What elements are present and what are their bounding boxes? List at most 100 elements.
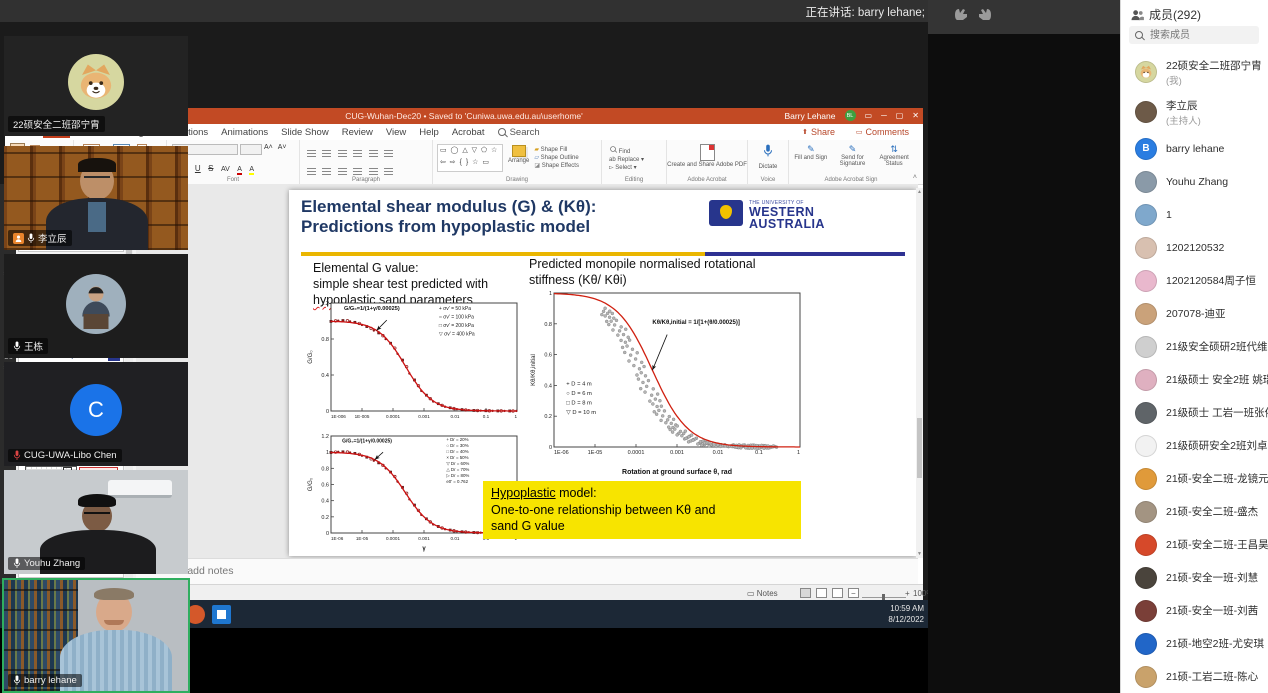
video-tile-libo-chen[interactable]: C CUG-UWA-Libo Chen bbox=[4, 362, 188, 466]
share-button[interactable]: ⬆ Share bbox=[802, 126, 835, 138]
member-row[interactable]: 21硕-地空2班-尤安琪 bbox=[1121, 627, 1268, 660]
font-size-select[interactable] bbox=[240, 144, 262, 155]
align-left-button[interactable] bbox=[307, 167, 316, 175]
member-avatar bbox=[1135, 171, 1157, 193]
minimize-icon[interactable]: ─ bbox=[881, 111, 887, 120]
member-row[interactable]: 李立辰(主持人) bbox=[1121, 92, 1268, 132]
grow-font-button[interactable]: A˄ bbox=[264, 144, 273, 155]
scrollbar-thumb[interactable] bbox=[917, 418, 922, 478]
tab-review[interactable]: Review bbox=[342, 127, 373, 138]
tab-slide-show[interactable]: Slide Show bbox=[281, 127, 329, 138]
member-row[interactable]: 21级硕研安全2班刘卓 bbox=[1121, 429, 1268, 462]
member-row[interactable]: 22硕安全二班邵宁胄(我) bbox=[1121, 52, 1268, 92]
tab-help[interactable]: Help bbox=[419, 127, 439, 138]
scroll-down-icon[interactable]: ▼ bbox=[917, 551, 922, 557]
member-row[interactable]: 207078-迪亚 bbox=[1121, 297, 1268, 330]
reading-view-icon[interactable] bbox=[832, 588, 843, 598]
align-center-button[interactable] bbox=[322, 167, 331, 175]
member-row[interactable]: 21硕-安全一班-刘茜 bbox=[1121, 594, 1268, 627]
replace-button[interactable]: ab Replace ▾ bbox=[609, 156, 666, 164]
comments-button[interactable]: ▭ Comments bbox=[856, 126, 909, 138]
zoom-slider[interactable] bbox=[862, 597, 906, 598]
agreement-status-button[interactable]: ⇅ Agreement Status bbox=[875, 144, 913, 176]
participant-name-label: Youhu Zhang bbox=[8, 557, 85, 570]
member-row[interactable]: 21级硕士 工岩一班张依杰 bbox=[1121, 396, 1268, 429]
tab-acrobat[interactable]: Acrobat bbox=[452, 127, 485, 138]
select-button[interactable]: ▻ Select ▾ bbox=[609, 164, 666, 172]
member-row[interactable]: Bbarry lehane bbox=[1121, 132, 1268, 165]
indent-increase-button[interactable] bbox=[353, 149, 362, 157]
numbering-button[interactable] bbox=[322, 149, 331, 157]
close-icon[interactable]: ✕ bbox=[912, 111, 919, 120]
zoom-out-button[interactable]: − bbox=[851, 589, 856, 598]
slide-canvas[interactable]: Elemental shear modulus (G) & (Kθ): Pred… bbox=[289, 190, 916, 556]
notes-toggle-button[interactable]: ▭ Notes bbox=[747, 589, 778, 598]
member-row[interactable]: Youhu Zhang bbox=[1121, 165, 1268, 198]
ribbon-search[interactable]: Search bbox=[498, 127, 540, 138]
send-for-signature-button[interactable]: ✎ Send for Signature bbox=[833, 144, 873, 176]
member-row[interactable]: 21级安全硕研2班代维 bbox=[1121, 330, 1268, 363]
smartart-convert-button[interactable] bbox=[384, 167, 393, 175]
member-row[interactable]: 21级硕士 安全2班 姚瑞 bbox=[1121, 363, 1268, 396]
underline-button[interactable]: U bbox=[195, 164, 201, 173]
shape-outline-button[interactable]: ▱ Shape Outline bbox=[534, 154, 579, 162]
arrange-button[interactable]: Arrange bbox=[508, 144, 529, 176]
shape-fill-button[interactable]: ▰ Shape Fill bbox=[534, 146, 579, 154]
restore-icon[interactable]: ▢ bbox=[896, 111, 904, 120]
member-row[interactable]: 21硕-安全二班-王昌昊 bbox=[1121, 528, 1268, 561]
indent-decrease-button[interactable] bbox=[338, 149, 347, 157]
strikethrough-button[interactable]: S bbox=[208, 164, 213, 173]
align-right-button[interactable] bbox=[338, 167, 347, 175]
video-tile-youhu-zhang[interactable]: Youhu Zhang bbox=[4, 470, 188, 574]
member-name: 21硕-安全二班-王昌昊 bbox=[1166, 537, 1268, 552]
justify-button[interactable] bbox=[353, 167, 362, 175]
taskbar-clock[interactable]: 10:59 AM 8/12/2022 bbox=[888, 603, 924, 625]
video-tile-li-lichen[interactable]: 李立辰 bbox=[4, 146, 188, 250]
ribbon-collapse-icon[interactable]: ˄ bbox=[913, 174, 917, 181]
member-row[interactable]: 1202120584周子恒 bbox=[1121, 264, 1268, 297]
dictate-button[interactable]: Dictate bbox=[748, 142, 788, 176]
member-search-box[interactable] bbox=[1129, 26, 1259, 44]
raise-hand-icon[interactable] bbox=[952, 6, 970, 22]
columns-button[interactable] bbox=[369, 167, 378, 175]
member-row[interactable]: 21硕-安全一班-刘慧 bbox=[1121, 561, 1268, 594]
notes-pane[interactable]: Click to add notes bbox=[136, 558, 918, 585]
member-row[interactable]: 21硕-工岩二班-陈心 bbox=[1121, 660, 1268, 693]
normal-view-icon[interactable] bbox=[800, 588, 811, 598]
member-avatar bbox=[1135, 336, 1157, 358]
find-button[interactable]: Find bbox=[609, 145, 666, 156]
line-spacing-button[interactable] bbox=[369, 149, 378, 157]
member-search-input[interactable] bbox=[1148, 29, 1252, 42]
slide-scrollbar[interactable]: ▲ ▼ bbox=[916, 188, 923, 558]
svg-text:○ Dr = 30%: ○ Dr = 30% bbox=[446, 443, 468, 448]
member-row[interactable]: 1202120532 bbox=[1121, 231, 1268, 264]
highlight-color-button[interactable]: A bbox=[249, 166, 254, 175]
tab-animations[interactable]: Animations bbox=[221, 127, 268, 138]
tab-view[interactable]: View bbox=[386, 127, 406, 138]
letter-avatar: C bbox=[70, 384, 122, 436]
shape-effects-button[interactable]: ◪ Shape Effects bbox=[534, 162, 579, 170]
create-pdf-button[interactable]: Create and Share Adobe PDF bbox=[667, 142, 747, 176]
ribbon-display-icon[interactable]: ▭ bbox=[865, 111, 873, 120]
member-row[interactable]: 21硕-安全二班-盛杰 bbox=[1121, 495, 1268, 528]
video-tile-shao-ningzhou[interactable]: 22硕安全二班邵宁胄 bbox=[4, 36, 188, 136]
undo-hand-icon[interactable] bbox=[976, 6, 994, 22]
member-row[interactable]: 21硕-安全二班-龙镜元 bbox=[1121, 462, 1268, 495]
mic-icon bbox=[13, 675, 21, 686]
text-direction-button[interactable] bbox=[384, 149, 393, 157]
scroll-up-icon[interactable]: ▲ bbox=[917, 189, 922, 195]
char-spacing-button[interactable]: AV bbox=[221, 166, 230, 173]
zoom-in-button[interactable]: + bbox=[905, 589, 910, 598]
fill-and-sign-button[interactable]: ✎ Fill and Sign bbox=[792, 144, 830, 176]
video-tile-barry-lehane[interactable]: barry lehane bbox=[2, 578, 190, 693]
member-row[interactable]: 1 bbox=[1121, 198, 1268, 231]
shape-gallery[interactable]: ▭ ◯ △ ▽ ⬠ ☆⇦ ⇨ { } ☆ ▭ bbox=[437, 144, 503, 172]
taskbar-photos-icon[interactable] bbox=[208, 602, 234, 626]
video-tile-wang-dong[interactable]: 王栋 bbox=[4, 254, 188, 358]
shrink-font-button[interactable]: A˅ bbox=[278, 144, 287, 155]
account-name[interactable]: Barry Lehane bbox=[784, 111, 835, 121]
account-avatar[interactable]: BL bbox=[845, 110, 856, 121]
slide-sorter-icon[interactable] bbox=[816, 588, 827, 598]
font-color-button[interactable]: A bbox=[237, 166, 242, 175]
bullets-button[interactable] bbox=[307, 149, 316, 157]
